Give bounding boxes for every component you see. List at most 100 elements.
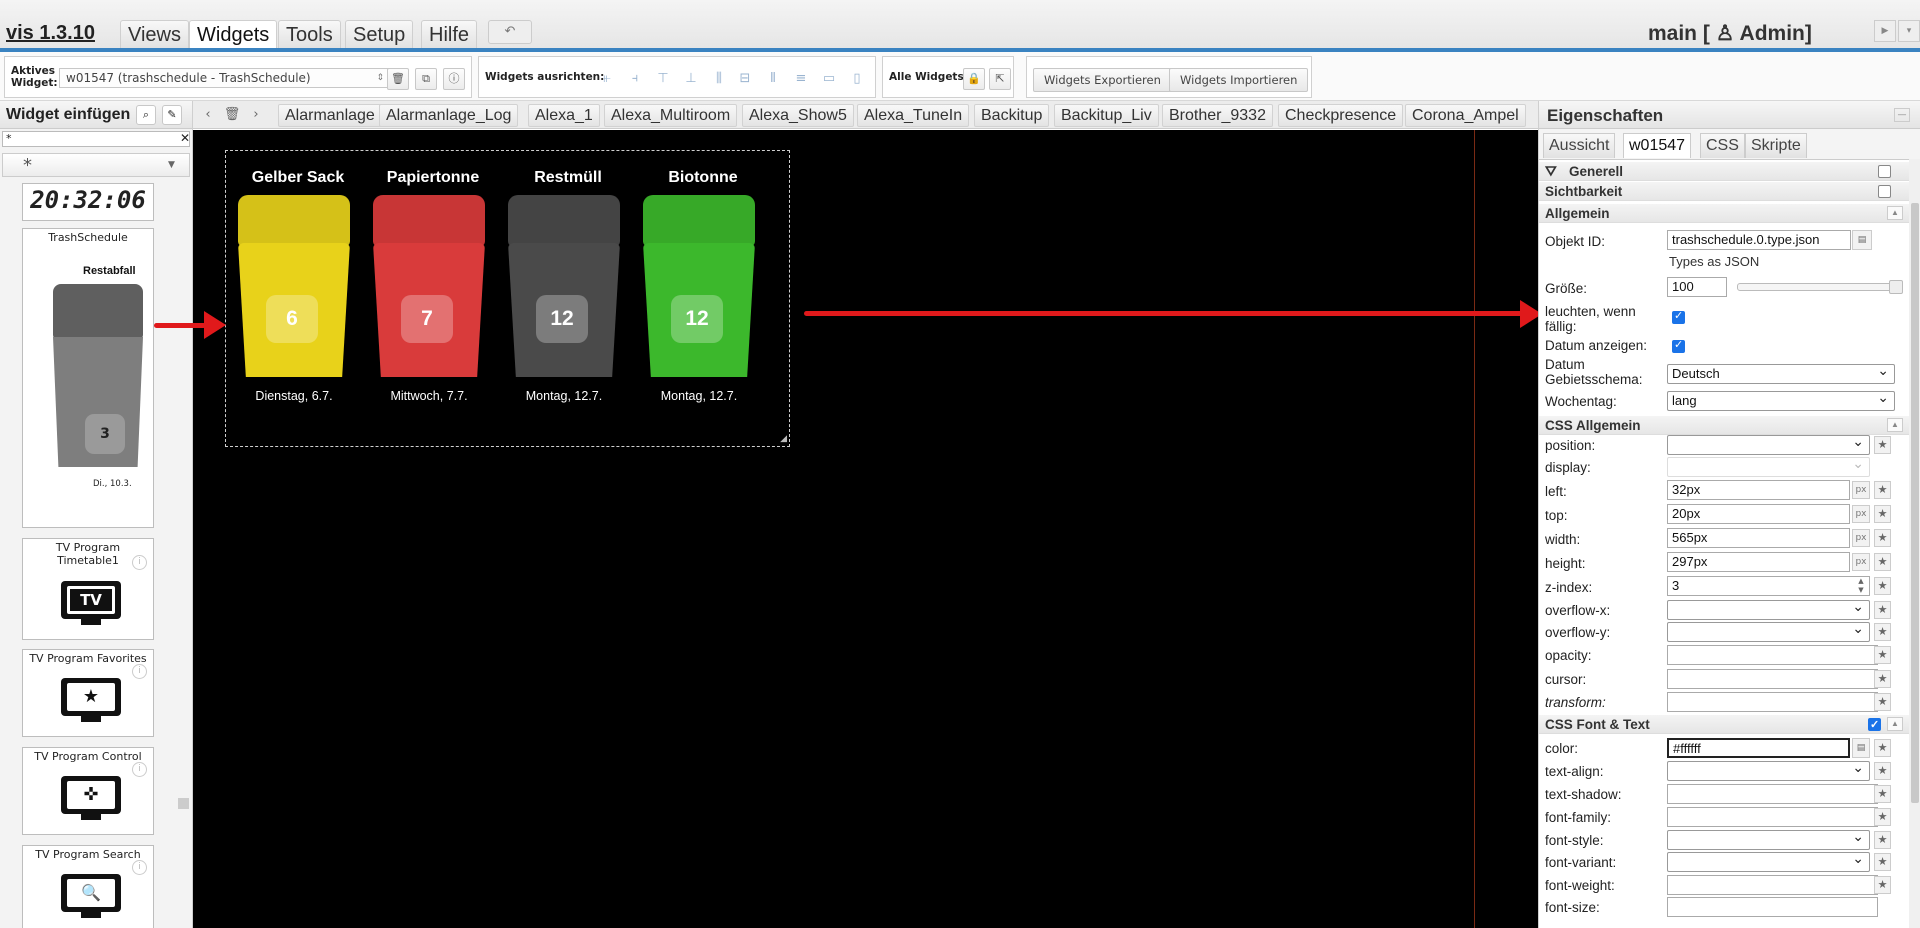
overflowy-select[interactable] — [1667, 619, 1870, 642]
menu-tab-widgets[interactable]: Widgets — [189, 20, 278, 48]
groesse-input[interactable]: 100 — [1667, 277, 1727, 297]
star-icon[interactable]: ★ — [1874, 785, 1891, 803]
px-unit-badge[interactable]: px — [1852, 505, 1870, 523]
select-object-icon[interactable]: ▤ — [1852, 230, 1872, 250]
star-icon[interactable]: ★ — [1874, 876, 1891, 894]
section-generell[interactable]: ⛛ Generell — [1539, 162, 1909, 181]
view-tab[interactable]: Alexa_Show5 — [742, 104, 854, 127]
same-height-icon[interactable]: ▯ — [849, 71, 865, 87]
textalign-select[interactable] — [1667, 758, 1870, 781]
fontstyle-select[interactable] — [1667, 827, 1870, 850]
view-canvas[interactable]: Gelber Sack 6 Dienstag, 6.7. Papiertonne… — [193, 130, 1538, 928]
height-input[interactable]: 297px — [1667, 552, 1850, 572]
align-bottom-icon[interactable]: ⊥ — [683, 71, 699, 87]
active-widget-select[interactable]: w01547 (trashschedule - TrashSchedule) ⇕ — [59, 68, 389, 88]
minimize-icon[interactable]: — — [1894, 108, 1910, 122]
menu-tab-setup[interactable]: Setup — [345, 20, 414, 48]
lock-icon[interactable]: 🔒 — [963, 68, 985, 90]
scrollbar-thumb[interactable] — [178, 798, 189, 809]
trashschedule-widget[interactable]: Gelber Sack 6 Dienstag, 6.7. Papiertonne… — [225, 150, 790, 447]
zindex-input[interactable]: 3 — [1667, 576, 1870, 596]
bin-restmuell[interactable]: Restmüll 12 Montag, 12.7. — [496, 169, 620, 409]
star-icon[interactable]: ★ — [1874, 831, 1891, 849]
star-icon[interactable]: ★ — [1874, 553, 1891, 571]
view-tab[interactable]: Alarmanlage — [278, 104, 382, 127]
delete-icon[interactable]: 🗑 — [387, 68, 409, 90]
info-icon[interactable]: i — [132, 860, 147, 875]
fontvariant-select[interactable] — [1667, 849, 1870, 872]
align-left-icon[interactable]: ⫦ — [599, 71, 615, 87]
opacity-input[interactable] — [1667, 645, 1878, 665]
view-tab[interactable]: Alexa_1 — [528, 104, 600, 127]
dropdown-icon[interactable]: ▾ — [1898, 20, 1920, 42]
textshadow-input[interactable] — [1667, 784, 1878, 804]
props-tab-css[interactable]: CSS — [1700, 133, 1745, 158]
star-icon[interactable]: ★ — [1874, 577, 1891, 595]
menu-tab-hilfe[interactable]: Hilfe — [421, 20, 478, 48]
section-allgemein[interactable]: Allgemein ▲ — [1539, 204, 1909, 223]
leuchten-checkbox[interactable] — [1672, 309, 1685, 324]
properties-scrollbar-thumb[interactable] — [1911, 203, 1919, 803]
star-icon[interactable]: ★ — [1874, 646, 1891, 664]
widget-card-trashschedule[interactable]: TrashSchedule Restabfall 3 Di., 10.3. — [22, 228, 154, 528]
view-tab[interactable]: Alexa_Multiroom — [604, 104, 738, 127]
bin-papiertonne[interactable]: Papiertonne 7 Mittwoch, 7.7. — [361, 169, 485, 409]
resize-handle-icon[interactable]: ◢ — [780, 434, 787, 444]
generell-checkbox[interactable] — [1878, 165, 1891, 178]
star-icon[interactable]: ★ — [1874, 601, 1891, 619]
color-picker-icon[interactable]: ▤ — [1852, 738, 1870, 758]
undo-button[interactable]: ↶ — [488, 20, 532, 44]
view-tab[interactable]: Backitup — [974, 104, 1050, 127]
display-select[interactable] — [1667, 454, 1870, 477]
collapse-icon[interactable]: ▲ — [1887, 717, 1903, 731]
view-tab[interactable]: Checkpresence — [1278, 104, 1404, 127]
collapse-icon[interactable]: ▲ — [1887, 206, 1903, 220]
section-css-font[interactable]: CSS Font & Text ▲ — [1539, 715, 1909, 735]
css-font-checkbox[interactable] — [1868, 716, 1881, 735]
fontsize-input[interactable] — [1667, 897, 1878, 917]
trash-icon[interactable]: 🗑 — [221, 105, 243, 125]
star-icon[interactable]: ★ — [1874, 529, 1891, 547]
star-icon[interactable]: ★ — [1874, 481, 1891, 499]
spinner-icon[interactable]: ▲ ▼ — [1855, 577, 1867, 595]
groesse-slider[interactable] — [1737, 283, 1903, 291]
overflowx-select[interactable] — [1667, 597, 1870, 620]
color-input[interactable]: #ffffff — [1667, 738, 1850, 758]
schema-select[interactable]: Deutsch — [1667, 361, 1895, 384]
wochentag-select[interactable]: lang — [1667, 388, 1895, 411]
cursor-input[interactable] — [1667, 669, 1878, 689]
widget-card-tv-search[interactable]: TV Program Search i 🔍 — [22, 845, 154, 928]
widget-card-tv-timetable[interactable]: TV Program Timetable1 i TV — [22, 538, 154, 640]
props-tab-widget[interactable]: w01547 — [1623, 133, 1692, 158]
widget-card-clock[interactable]: 20:32:06 — [22, 183, 154, 221]
bin-gelber-sack[interactable]: Gelber Sack 6 Dienstag, 6.7. — [226, 169, 350, 409]
star-icon[interactable]: ★ — [1874, 693, 1891, 711]
distribute-h-icon[interactable]: ⫴ — [765, 71, 781, 87]
menu-tab-tools[interactable]: Tools — [278, 20, 341, 48]
props-tab-skripte[interactable]: Skripte — [1745, 133, 1807, 158]
position-select[interactable] — [1667, 432, 1870, 455]
props-tab-aussicht[interactable]: Aussicht — [1543, 133, 1616, 158]
width-input[interactable]: 565px — [1667, 528, 1850, 548]
view-tab[interactable]: Corona_Ampel — [1405, 104, 1526, 127]
info-icon[interactable]: i — [132, 664, 147, 679]
align-right-icon[interactable]: ⫞ — [627, 71, 643, 87]
groesse-slider-handle[interactable] — [1889, 280, 1903, 294]
export-widgets-button[interactable]: Widgets Exportieren — [1033, 68, 1172, 92]
top-input[interactable]: 20px — [1667, 504, 1850, 524]
filter-icon[interactable]: ⛛ — [1545, 162, 1557, 181]
left-input[interactable]: 32px — [1667, 480, 1850, 500]
same-width-icon[interactable]: ▭ — [821, 71, 837, 87]
objekt-id-input[interactable]: trashschedule.0.type.json — [1667, 230, 1851, 250]
pin-icon[interactable]: ✎ — [162, 105, 182, 125]
info-icon[interactable]: i — [132, 762, 147, 777]
view-tab[interactable]: Backitup_Liv — [1054, 104, 1159, 127]
align-hcenter-icon[interactable]: ⫼ — [711, 71, 727, 87]
distribute-v-icon[interactable]: ≡ — [793, 71, 809, 87]
widget-card-tv-control[interactable]: TV Program Control i ✜ — [22, 747, 154, 835]
info-icon[interactable]: i — [132, 555, 147, 570]
bin-biotonne[interactable]: Biotonne 12 Montag, 12.7. — [631, 169, 755, 409]
star-icon[interactable]: ★ — [1874, 670, 1891, 688]
star-icon[interactable]: ★ — [1874, 623, 1891, 641]
star-icon[interactable]: ★ — [1874, 739, 1891, 757]
